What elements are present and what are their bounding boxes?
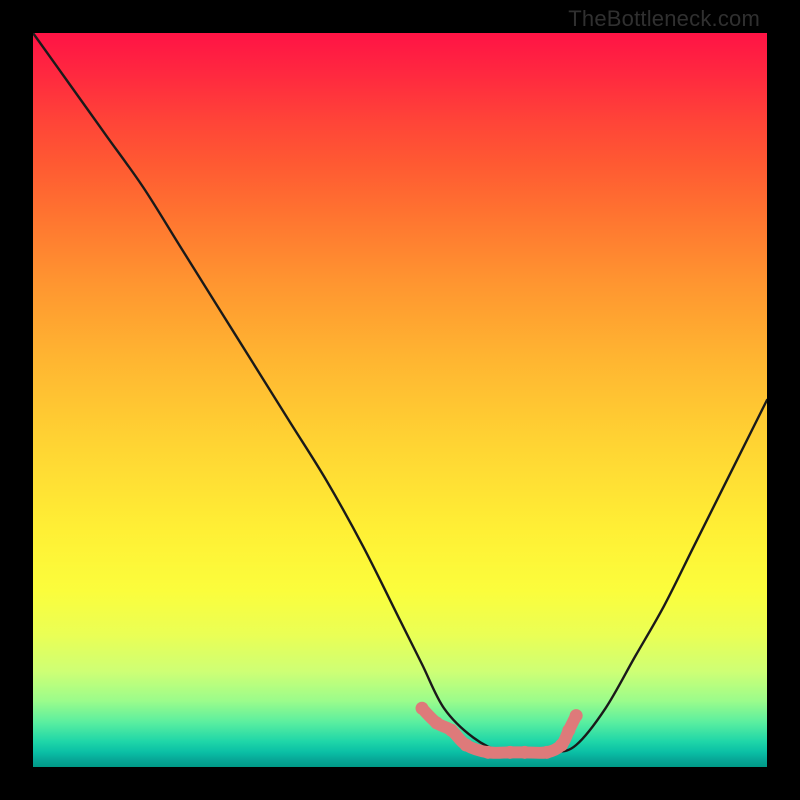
highlighted-range-markers: [416, 702, 583, 759]
marker-dot: [445, 724, 458, 737]
marker-dot: [570, 709, 583, 722]
marker-dot: [460, 738, 473, 751]
marker-dot: [555, 738, 568, 751]
marker-dot: [504, 746, 517, 759]
marker-dot: [562, 724, 575, 737]
chart-plot-area: [33, 33, 767, 767]
chart-svg: [33, 33, 767, 767]
marker-dot: [482, 746, 495, 759]
bottleneck-curve: [33, 33, 767, 753]
marker-dot: [540, 746, 553, 759]
marker-dot: [518, 746, 531, 759]
bottleneck-curve-path: [33, 33, 767, 753]
chart-frame: TheBottleneck.com: [0, 0, 800, 800]
marker-dot: [430, 716, 443, 729]
marker-dot: [416, 702, 429, 715]
watermark-label: TheBottleneck.com: [568, 6, 760, 32]
